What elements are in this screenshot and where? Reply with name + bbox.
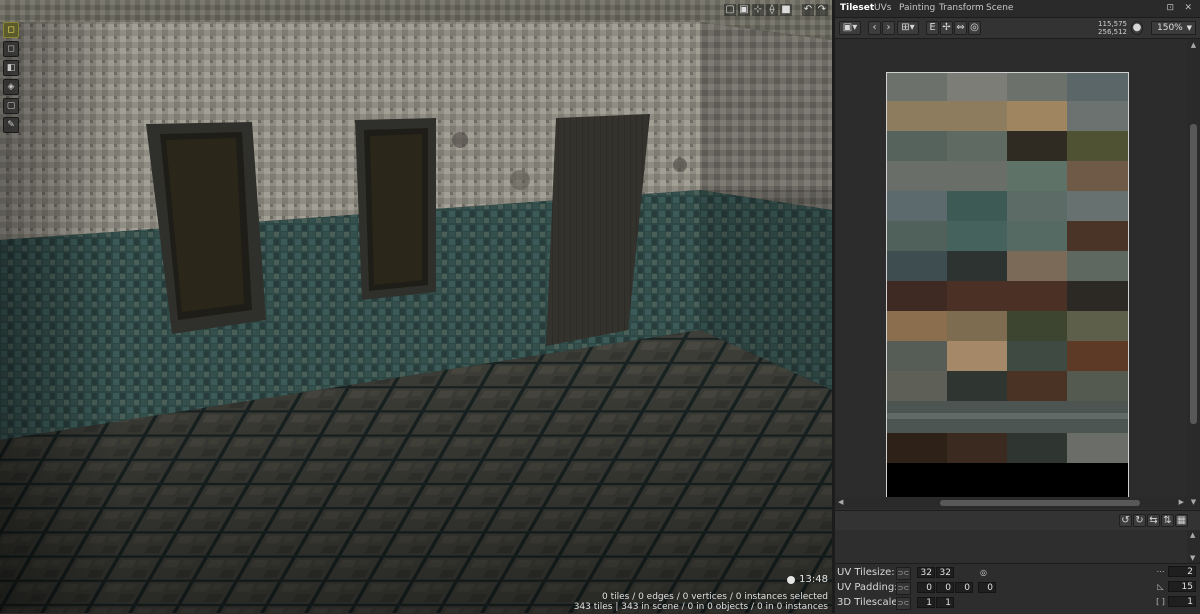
scroll-down-icon[interactable]: ▼ — [1190, 554, 1195, 562]
flip-v-icon[interactable]: ⇅ — [1161, 514, 1174, 527]
tab-painting[interactable]: Painting — [899, 3, 935, 13]
uv-padding-3[interactable]: 0 — [955, 582, 973, 593]
tileset-atlas — [887, 73, 1128, 498]
flip-h-icon[interactable]: ⇆ — [1147, 514, 1160, 527]
chevron-down-icon: ▼ — [1186, 24, 1192, 32]
tilescale-3d-row: 3D Tilescale: ⊃⊂ 1 1 [ ] 1 — [835, 596, 1200, 610]
rotate-ccw-icon[interactable]: ↺ — [1119, 514, 1132, 527]
toolbar-separator — [794, 4, 800, 16]
scroll-up-icon[interactable]: ▲ — [1190, 531, 1195, 539]
scroll-down-icon[interactable]: ▼ — [1189, 498, 1198, 507]
tileset-vertical-scrollbar[interactable]: ▲ ▼ — [1187, 39, 1200, 509]
snap-icon[interactable]: ⟠ — [766, 4, 778, 16]
e-icon[interactable]: E — [926, 21, 939, 35]
info-scrollbar[interactable]: ▲ ▼ — [1187, 530, 1200, 563]
coord-line-1: 115,575 — [1098, 20, 1127, 28]
move-icon[interactable]: ✢ — [940, 21, 953, 35]
record-icon[interactable]: ● — [1131, 21, 1143, 35]
bracket-icon: [ ] — [1156, 597, 1165, 606]
angle-icon: ◺ — [1157, 582, 1164, 591]
scroll-up-icon[interactable]: ▲ — [1189, 41, 1198, 50]
tab-bar: Tileset UVs Painting Transform Scene ⊡ ✕ — [835, 0, 1200, 18]
scene-render[interactable] — [0, 0, 832, 613]
tileset-view[interactable] — [835, 39, 1187, 509]
right-value-1[interactable]: 2 — [1168, 566, 1196, 577]
tab-tileset[interactable]: Tileset — [840, 3, 874, 13]
box-icon[interactable]: ◻ — [3, 41, 19, 57]
wireframe-icon[interactable]: ▣ — [738, 4, 750, 16]
coord-line-2: 256,512 — [1098, 28, 1127, 36]
cursor-coordinates: 115,575 256,512 — [1075, 20, 1127, 36]
redo-icon[interactable]: ↷ — [816, 4, 828, 16]
right-panel: Tileset UVs Painting Transform Scene ⊡ ✕… — [835, 0, 1200, 614]
uv-padding-4[interactable]: 0 — [978, 582, 996, 593]
scrollbar-thumb[interactable] — [940, 500, 1140, 506]
clock-icon — [787, 575, 796, 584]
uv-tilesize-label: UV Tilesize: — [837, 567, 895, 578]
tab-uvs[interactable]: UVs — [874, 3, 891, 13]
square-icon[interactable]: ▢ — [3, 98, 19, 114]
undo-icon[interactable]: ↶ — [802, 4, 814, 16]
next-icon[interactable]: › — [882, 21, 895, 35]
clock-time: 13:48 — [799, 574, 828, 585]
tileset-properties: UV Tilesize: ⊃⊂ 32 32 ◎ ⋯ 2 UV Padding: … — [835, 563, 1200, 614]
grid-view-icon[interactable]: ▦ — [1175, 514, 1188, 527]
tab-transform[interactable]: Transform — [939, 3, 984, 13]
target-icon[interactable]: ◎ — [978, 567, 989, 578]
uv-tilesize-x[interactable]: 32 — [917, 567, 935, 578]
axis-icon[interactable]: ⊹ — [752, 4, 764, 16]
link-icon[interactable]: ⊃⊂ — [896, 597, 911, 610]
scrollbar-thumb[interactable] — [1190, 124, 1197, 424]
tileset-image[interactable] — [886, 72, 1129, 499]
right-value-3[interactable]: 1 — [1168, 596, 1196, 607]
tilescale-3d-label: 3D Tilescale: — [837, 597, 901, 608]
tab-scene[interactable]: Scene — [986, 3, 1013, 13]
viewport-left-toolbar: ◻ ◻ ◧ ◈ ▢ ✎ — [3, 22, 19, 133]
tileset-toolbar: ▣▾ ‹ › ⊞▾ E ✢ ⇔ ◎ 115,575 256,512 ● 150%… — [835, 18, 1200, 39]
stop-icon[interactable]: ■ — [780, 4, 792, 16]
tilescale-3d-x[interactable]: 1 — [917, 597, 935, 608]
selection-status: 0 tiles / 0 edges / 0 vertices / 0 insta… — [602, 592, 828, 602]
uv-padding-label: UV Padding: — [837, 582, 898, 593]
frame-icon[interactable]: ▢ — [724, 4, 736, 16]
paint-icon[interactable]: ◈ — [3, 79, 19, 95]
pencil-icon[interactable]: ✎ — [3, 117, 19, 133]
uv-padding-2[interactable]: 0 — [936, 582, 954, 593]
right-value-2[interactable]: 15 — [1168, 581, 1196, 592]
uv-tilesize-y[interactable]: 32 — [936, 567, 954, 578]
viewport-view-toolbar: ▢ ▣ ⊹ ⟠ ■ ↶ ↷ — [724, 4, 828, 16]
scroll-left-icon[interactable]: ◀ — [838, 498, 843, 506]
target-icon[interactable]: ◎ — [968, 21, 981, 35]
uv-tilesize-row: UV Tilesize: ⊃⊂ 32 32 ◎ ⋯ 2 — [835, 566, 1200, 580]
clock: 13:48 — [787, 574, 828, 585]
flip-icon[interactable]: ⇔ — [954, 21, 967, 35]
select-icon[interactable]: ◻ — [3, 22, 19, 38]
tile-info-area — [835, 530, 1187, 563]
scroll-right-icon[interactable]: ▶ — [1179, 498, 1184, 506]
width-icon: ⋯ — [1156, 567, 1165, 576]
maximize-icon[interactable]: ⊡ — [1166, 3, 1174, 13]
image-icon[interactable]: ▣▾ — [839, 21, 861, 35]
scene-status: 343 tiles | 343 in scene / 0 in 0 object… — [573, 602, 828, 612]
tile-transform-toolbar: ↺ ↻ ⇆ ⇅ ▦ — [835, 510, 1200, 531]
zoom-select[interactable]: 150% ▼ — [1151, 21, 1196, 35]
uv-padding-row: UV Padding: ⊃⊂ 0 0 0 0 ◺ 15 — [835, 581, 1200, 595]
close-icon[interactable]: ✕ — [1184, 3, 1192, 13]
zoom-value: 150% — [1157, 23, 1183, 33]
cube-icon[interactable]: ◧ — [3, 60, 19, 76]
uv-padding-1[interactable]: 0 — [917, 582, 935, 593]
rotate-cw-icon[interactable]: ↻ — [1133, 514, 1146, 527]
tileset-horizontal-scrollbar[interactable]: ◀ ▶ — [835, 497, 1187, 509]
3d-viewport[interactable]: ◻ ◻ ◧ ◈ ▢ ✎ ▢ ▣ ⊹ ⟠ ■ ↶ ↷ 13:48 0 tiles … — [0, 0, 832, 613]
grid-icon[interactable]: ⊞▾ — [897, 21, 919, 35]
prev-icon[interactable]: ‹ — [868, 21, 881, 35]
link-icon[interactable]: ⊃⊂ — [896, 567, 911, 580]
link-icon[interactable]: ⊃⊂ — [896, 582, 911, 595]
tilescale-3d-y[interactable]: 1 — [936, 597, 954, 608]
